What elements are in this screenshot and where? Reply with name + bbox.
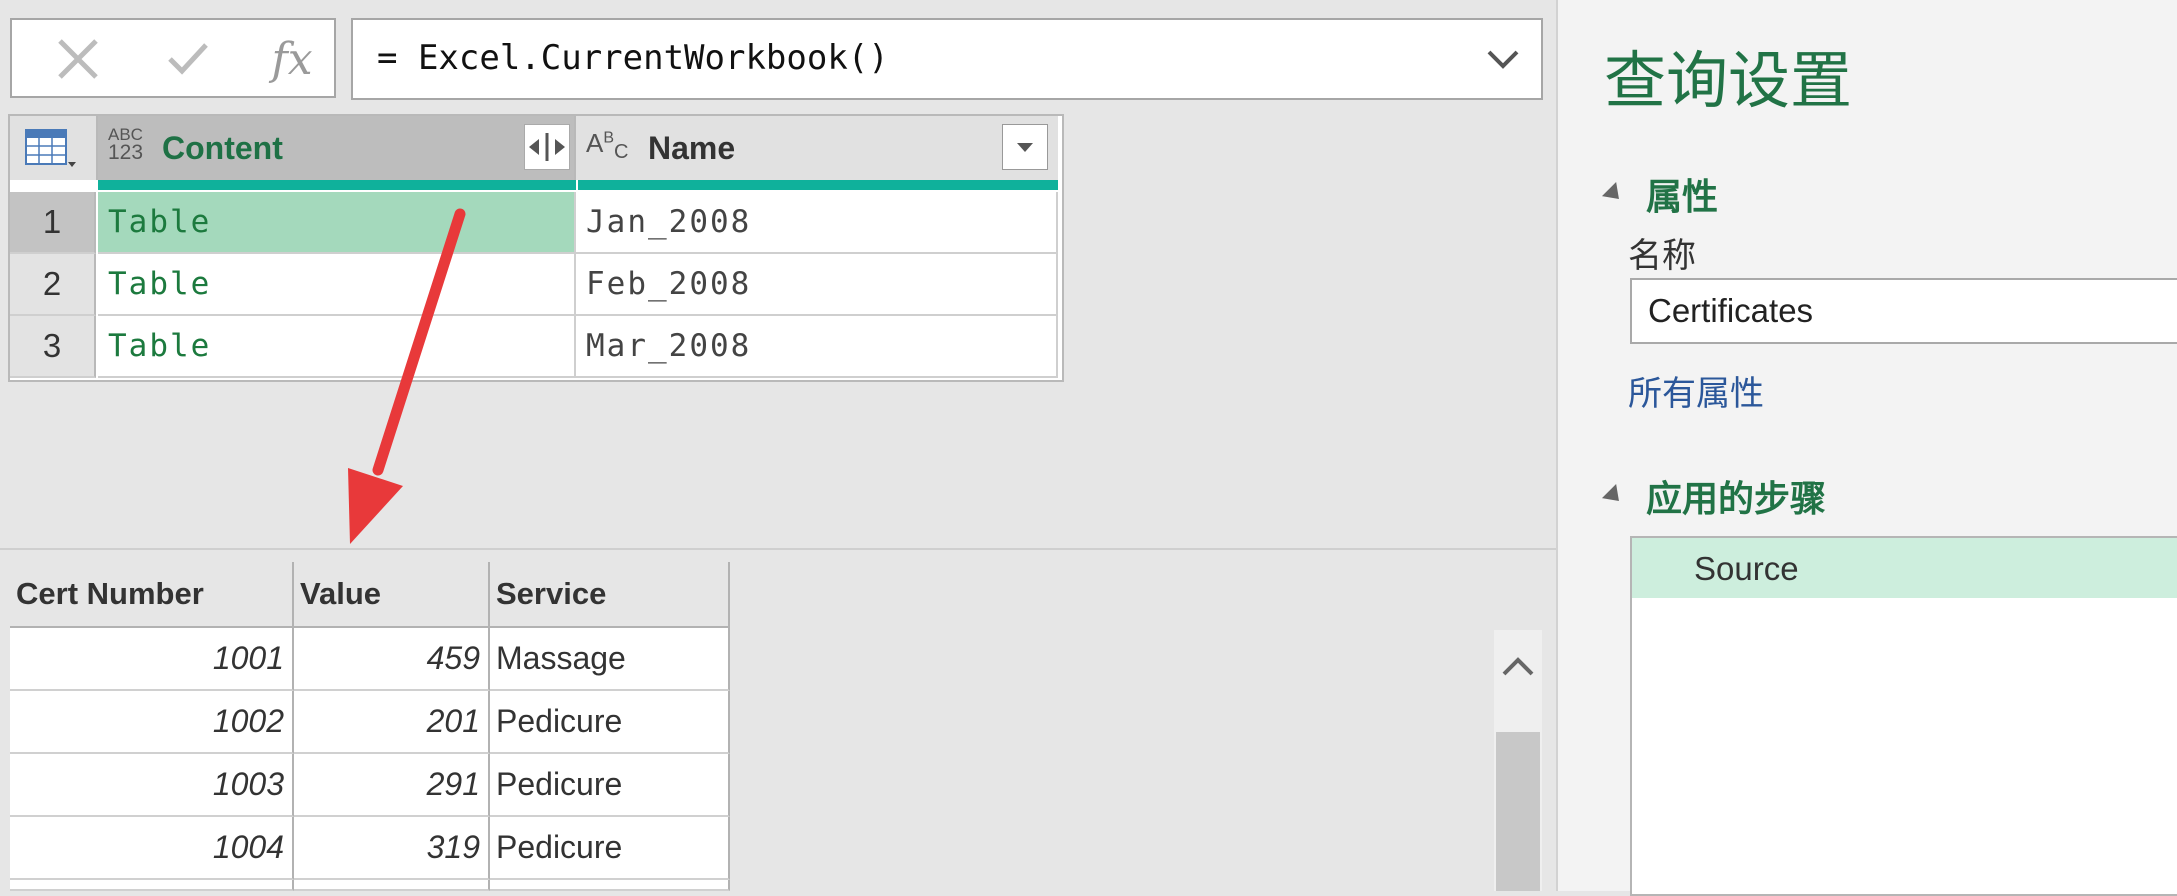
applied-steps-list: Source (1630, 536, 2177, 896)
annotation-arrow-icon (348, 208, 466, 544)
panel-title: 查询设置 (1604, 44, 1853, 117)
name-label: 名称 (1628, 236, 1696, 276)
applied-steps-section-header[interactable]: 应用的步骤 (1601, 470, 1826, 522)
properties-section-header[interactable]: 属性 (1601, 168, 1718, 220)
applied-step-item[interactable]: Source (1632, 538, 2177, 598)
query-name-input[interactable]: Certificates (1630, 278, 2177, 344)
all-properties-link[interactable]: 所有属性 (1628, 366, 1764, 415)
query-settings-panel: 查询设置 属性 名称 Certificates 所有属性 应用的步骤 Sourc… (1556, 0, 2177, 896)
collapse-triangle-icon (1601, 483, 1627, 509)
collapse-triangle-icon (1601, 181, 1627, 207)
